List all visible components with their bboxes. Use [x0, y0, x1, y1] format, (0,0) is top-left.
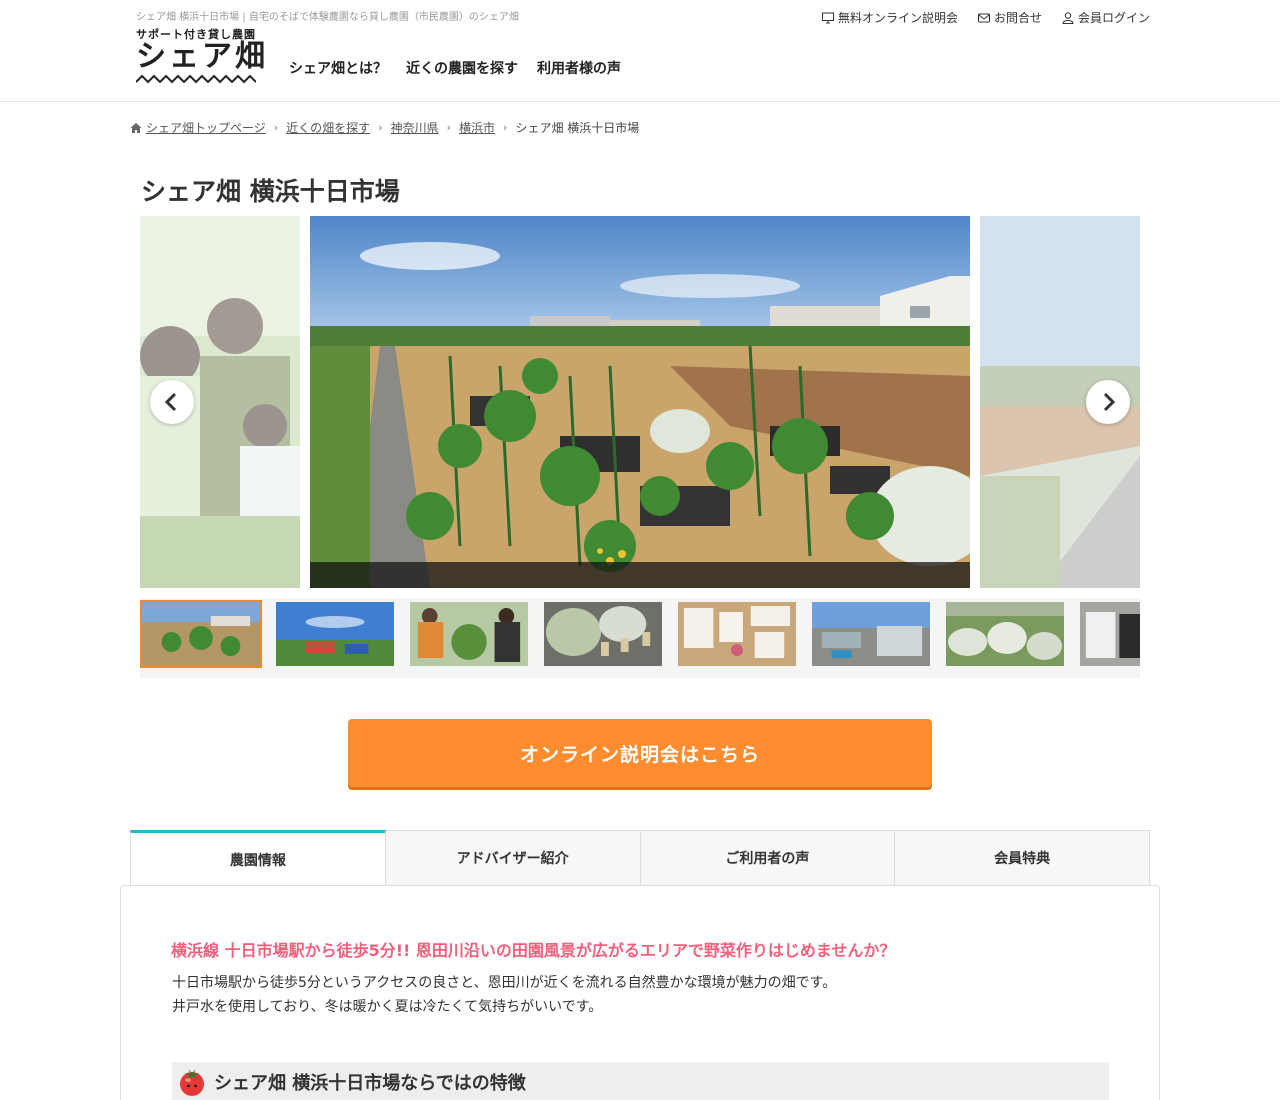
tab-advisor[interactable]: アドバイザー紹介 — [385, 830, 641, 886]
tab-member-benefits[interactable]: 会員特典 — [895, 830, 1150, 886]
tomato-icon — [180, 1069, 204, 1096]
carousel-slide-current[interactable] — [310, 216, 970, 588]
farm-tools-thumbnail — [1080, 602, 1140, 666]
breadcrumb-city[interactable]: 横浜市 — [459, 119, 495, 136]
thumbnail-1[interactable] — [140, 600, 262, 668]
carousel-prev-button[interactable] — [150, 380, 194, 424]
chevron-right-icon: › — [446, 121, 452, 134]
carousel-next-button[interactable] — [1086, 380, 1130, 424]
farm-advisor-thumbnail — [410, 602, 528, 666]
thumbnail-6[interactable] — [810, 600, 932, 668]
thumbnail-strip — [140, 598, 1140, 678]
thumbnail-8[interactable] — [1078, 600, 1140, 668]
farm-rows-thumbnail — [946, 602, 1064, 666]
nav-voices[interactable]: 利用者様の声 — [537, 58, 621, 78]
online-briefing-label: 無料オンライン説明会 — [837, 11, 958, 25]
breadcrumb-prefecture[interactable]: 神奈川県 — [391, 119, 439, 136]
farm-netting-thumbnail — [544, 602, 662, 666]
mail-icon — [977, 13, 990, 22]
farm-lead-text: 横浜線 十日市場駅から徒歩5分!! 恩田川沿いの田園風景が広がるエリアで野菜作り… — [171, 941, 896, 960]
contact-label: お問合せ — [993, 11, 1042, 25]
logo-title: シェア畑 — [136, 39, 268, 74]
online-briefing-link[interactable]: 無料オンライン説明会 — [821, 9, 958, 26]
nav-about[interactable]: シェア畑とは？ — [289, 58, 387, 78]
member-login-link[interactable]: 会員ログイン — [1062, 9, 1150, 26]
notice-board-thumbnail — [678, 602, 796, 666]
home-icon — [130, 122, 142, 133]
breadcrumb-top[interactable]: シェア畑トップページ — [146, 119, 266, 136]
slide-caption-bar — [310, 562, 970, 588]
thumbnail-5[interactable] — [676, 600, 798, 668]
contact-link[interactable]: お問合せ — [977, 9, 1042, 26]
breadcrumb: シェア畑トップページ › 近くの畑を探す › 神奈川県 › 横浜市 › シェア畑… — [130, 119, 639, 136]
chevron-right-icon: › — [273, 121, 279, 134]
breadcrumb-current: シェア畑 横浜十日市場 — [515, 121, 640, 135]
cta-label: オンライン説明会はこちら — [519, 743, 760, 766]
farm-description: 十日市場駅から徒歩5分というアクセスの良さと、恩田川が近くを流れる自然豊かな環境… — [172, 971, 836, 1019]
chevron-right-icon: › — [503, 121, 508, 134]
chevron-right-icon: › — [378, 121, 383, 134]
features-section-heading: シェア畑 横浜十日市場ならではの特徴 — [172, 1062, 1109, 1100]
farm-sign-thumbnail — [276, 602, 394, 666]
thumbnail-3[interactable] — [408, 600, 530, 668]
site-logo[interactable]: サポート付き貸し農園 シェア畑 — [136, 26, 265, 86]
main-nav: シェア畑とは？ 近くの農園を探す 利用者様の声 — [289, 58, 621, 78]
farm-field-thumbnail — [142, 602, 260, 666]
farm-tabs: 農園情報 アドバイザー紹介 ご利用者の声 会員特典 — [130, 830, 1150, 886]
logo-wave-decoration — [136, 74, 256, 84]
breadcrumb-find[interactable]: 近くの畑を探す — [286, 119, 370, 136]
monitor-icon — [821, 12, 834, 23]
farm-field-photo — [310, 216, 970, 588]
farm-facility-thumbnail — [812, 602, 930, 666]
nav-find-farm[interactable]: 近くの農園を探す — [406, 58, 518, 78]
description-line-1: 十日市場駅から徒歩5分というアクセスの良さと、恩田川が近くを流れる自然豊かな環境… — [172, 975, 837, 991]
site-tagline: シェア畑 横浜十日市場 | 自宅のそばで体験農園なら貸し農園（市民農園）のシェア… — [136, 12, 519, 23]
tab-user-voices[interactable]: ご利用者の声 — [640, 830, 896, 886]
description-line-2: 井戸水を使用しており、冬は暖かく夏は冷たくて気持ちがいいです。 — [172, 999, 603, 1015]
thumbnail-7[interactable] — [944, 600, 1066, 668]
thumbnail-4[interactable] — [542, 600, 664, 668]
utility-links: 無料オンライン説明会 お問合せ 会員ログイン — [821, 9, 1150, 26]
tab-farm-info[interactable]: 農園情報 — [130, 830, 386, 886]
photo-carousel — [140, 216, 1140, 588]
chevron-left-icon — [164, 392, 177, 412]
page-title: シェア畑 横浜十日市場 — [141, 177, 400, 206]
member-login-label: 会員ログイン — [1077, 11, 1150, 25]
features-heading-text: シェア畑 横浜十日市場ならではの特徴 — [214, 1073, 526, 1094]
chevron-right-icon — [1103, 392, 1116, 412]
thumbnail-2[interactable] — [274, 600, 396, 668]
site-header: シェア畑 横浜十日市場 | 自宅のそばで体験農園なら貸し農園（市民農園）のシェア… — [0, 0, 1280, 102]
online-briefing-cta-button[interactable]: オンライン説明会はこちら — [348, 719, 932, 787]
user-icon — [1062, 11, 1074, 24]
